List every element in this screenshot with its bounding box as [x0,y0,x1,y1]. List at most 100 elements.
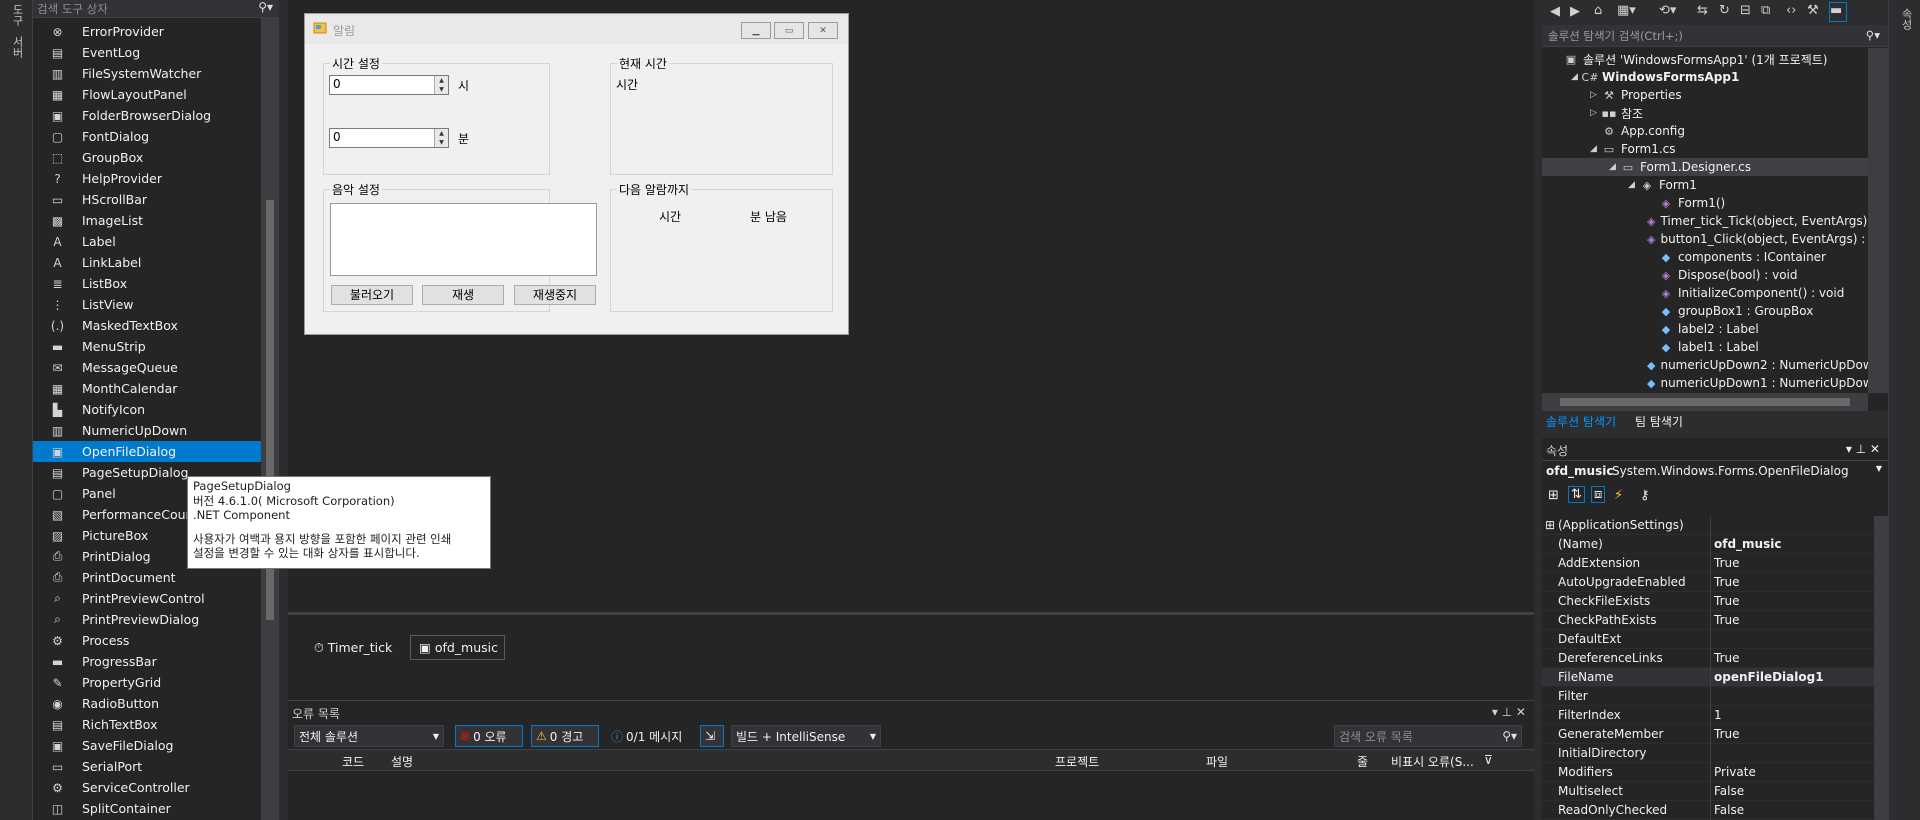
toolbox-item[interactable]: ◫ SplitContainer [33,798,261,819]
property-value[interactable]: 1 [1714,708,1722,722]
property-row[interactable]: ReadOnlyChecked False [1542,801,1874,820]
toolbox-item[interactable]: ▤ RichTextBox [33,714,261,735]
properties-object-selector[interactable]: ofd_music System.Windows.Forms.OpenFileD… [1542,460,1888,482]
solution-tree-node[interactable]: ◈ button1_Click(object, EventArgs) : void [1542,230,1895,248]
groupbox-time-setting[interactable]: 시간 설정 0 ▲ ▼ 시 0 ▲ ▼ 분 [323,55,550,175]
toolbox-item[interactable]: ◉ RadioButton [33,693,261,714]
switch-views-icon[interactable]: ▦▾ [1617,3,1636,18]
toolbox-item[interactable]: ⋮ ListView [33,294,261,315]
maximize-icon[interactable]: ▭ [774,22,804,39]
toolbox-item[interactable]: ▤ EventLog [33,42,261,63]
solution-tree-node[interactable]: ◈ Dispose(bool) : void [1542,266,1868,284]
minute-spinner-icon[interactable]: ▲ ▼ [434,129,448,147]
solution-tree-node[interactable]: ▷ ⚒ Properties [1542,86,1868,104]
solution-hscroll-thumb[interactable] [1560,398,1850,406]
solution-vertical-scrollbar[interactable] [1868,48,1888,393]
solution-horizontal-scrollbar[interactable] [1542,393,1868,411]
home-icon[interactable]: ⌂ [1594,3,1602,18]
expand-arrow-icon[interactable]: ◢ [1590,144,1602,154]
expand-arrow-icon[interactable]: ▷ [1590,90,1602,100]
property-row[interactable]: FilterIndex 1 [1542,706,1874,725]
toolbox-item[interactable]: A Label [33,231,261,252]
properties-wrench-icon[interactable]: ⚒ [1807,3,1819,18]
toolbox-item[interactable]: ▭ HScrollBar [33,189,261,210]
toolbox-item[interactable]: ⊗ ErrorProvider [33,21,261,42]
stop-button[interactable]: 재생중지 [514,285,596,305]
toolbox-item[interactable]: ⌕ PrintPreviewControl [33,588,261,609]
toolbox-item[interactable]: ✉ MessageQueue [33,357,261,378]
solution-tree-node[interactable]: ◆ groupBox1 : GroupBox [1542,302,1868,320]
toolbox-item[interactable]: ⚙ ServiceController [33,777,261,798]
server-explorer-side-tab[interactable]: 서버 [9,36,25,58]
solution-tree-node[interactable]: ◆ numericUpDown1 : NumericUpDown [1542,374,1880,392]
solution-tree-node[interactable]: ◆ components : IContainer [1542,248,1868,266]
toolbox-item[interactable]: ▥ FileSystemWatcher [33,63,261,84]
sync-icon[interactable]: ⇆ [1697,3,1708,18]
tray-timer-item[interactable]: ⏱ Timer_tick [310,635,396,660]
hour-numeric-updown[interactable]: 0 ▲ ▼ [329,75,449,95]
toolbox-item[interactable]: ▢ FontDialog [33,126,261,147]
solution-tree-node[interactable]: ◢ C# WindowsFormsApp1 [1542,68,1868,86]
property-value[interactable]: True [1714,651,1740,665]
solution-tree-node[interactable]: ◢ ◈ Form1 [1542,176,1868,194]
toolbox-item[interactable]: ⌕ PrintPreviewDialog [33,609,261,630]
properties-window-controls[interactable]: ▾ ⊥ ✕ [1846,442,1880,456]
property-value[interactable]: openFileDialog1 [1714,670,1824,684]
refresh-icon[interactable]: ↻ [1719,3,1730,18]
expand-arrow-icon[interactable]: ◢ [1609,162,1621,172]
toolbox-item[interactable]: ▩ ImageList [33,210,261,231]
toolbox-item[interactable]: ⬚ GroupBox [33,147,261,168]
solution-tree-node[interactable]: ▣ 솔루션 'WindowsFormsApp1' (1개 프로젝트) [1542,50,1868,68]
property-row[interactable]: FileName openFileDialog1 [1542,668,1874,687]
collapse-all-icon[interactable]: ⊟ [1740,3,1751,18]
minimize-icon[interactable]: ▁ [741,22,771,39]
tab-team-explorer[interactable]: 팀 탐색기 [1635,413,1683,430]
hour-spinner-icon[interactable]: ▲ ▼ [434,76,448,94]
properties-view-icon[interactable]: ⧈ [1591,486,1606,503]
filter-options-icon[interactable]: ⇲ [700,725,724,747]
errors-filter-button[interactable]: ⊗ 0 오류 [455,725,523,747]
column-line[interactable]: 줄 [1357,753,1368,770]
column-description[interactable]: 설명 [391,753,413,770]
toolbox-item[interactable]: ▥ NumericUpDown [33,420,261,441]
toolbox-item[interactable]: ▭ SerialPort [33,756,261,777]
minute-numeric-updown[interactable]: 0 ▲ ▼ [329,128,449,148]
toolbox-item[interactable]: ? HelpProvider [33,168,261,189]
toolbox-item[interactable]: ▣ SaveFileDialog [33,735,261,756]
toolbox-item[interactable]: ▦ MonthCalendar [33,378,261,399]
groupbox-next-alarm[interactable]: 다음 알람까지 시간 분 남음 [610,181,833,312]
properties-side-tab[interactable]: 속성 [1898,8,1914,30]
column-suppression[interactable]: 비표시 오류(S... [1391,753,1474,770]
toolbox-item[interactable]: (.) MaskedTextBox [33,315,261,336]
error-list-window-controls[interactable]: ▾ ⊥ ✕ [1492,705,1526,719]
solution-tree-node[interactable]: ◈ InitializeComponent() : void [1542,284,1868,302]
toolbox-item[interactable]: ▦ FlowLayoutPanel [33,84,261,105]
column-project[interactable]: 프로젝트 [1055,753,1099,770]
error-search-input[interactable]: 검색 오류 목록 ⚲▾ [1334,725,1522,747]
property-value[interactable]: True [1714,575,1740,589]
toolbox-item[interactable]: ⎙ PrintDocument [33,567,261,588]
toolbox-item[interactable]: ▙ NotifyIcon [33,399,261,420]
property-row[interactable]: Modifiers Private [1542,763,1874,782]
toolbox-search-input[interactable]: 검색 도구 상자 ⚲▾ [33,0,279,18]
tab-solution-explorer[interactable]: 솔루션 탐색기 [1546,413,1616,430]
toolbox-item[interactable]: A LinkLabel [33,252,261,273]
warnings-filter-button[interactable]: ⚠ 0 경고 [531,725,599,747]
preview-selected-icon[interactable]: ▬ [1829,2,1847,22]
toolbox-item[interactable]: ✎ PropertyGrid [33,672,261,693]
build-source-dropdown[interactable]: 빌드 + IntelliSense ▼ [731,725,881,747]
groupbox-music-setting[interactable]: 음악 설정 불러오기 재생 재생중지 [323,181,597,312]
toolbox-item[interactable]: ▣ OpenFileDialog [33,441,261,462]
expand-arrow-icon[interactable]: ▷ [1590,108,1602,118]
toolbox-side-tab[interactable]: 도구 [9,4,25,26]
categorized-icon[interactable]: ⊞ [1548,488,1559,503]
form-window[interactable]: 알림 ▁ ▭ ✕ 시간 설정 0 ▲ ▼ 시 0 ▲ ▼ 분 현재 시간 시간 음악… [304,13,849,335]
solution-tree-node[interactable]: ◢ ▭ Form1.cs [1542,140,1868,158]
property-row[interactable]: Multiselect False [1542,782,1874,801]
groupbox-current-time[interactable]: 현재 시간 시간 [610,55,833,175]
solution-tree-node[interactable]: ◢ ▭ Form1.Designer.cs [1542,158,1868,176]
property-row[interactable]: ⊞ (ApplicationSettings) [1542,516,1874,535]
property-row[interactable]: DereferenceLinks True [1542,649,1874,668]
property-value[interactable]: True [1714,594,1740,608]
properties-scrollbar[interactable] [1874,516,1888,820]
